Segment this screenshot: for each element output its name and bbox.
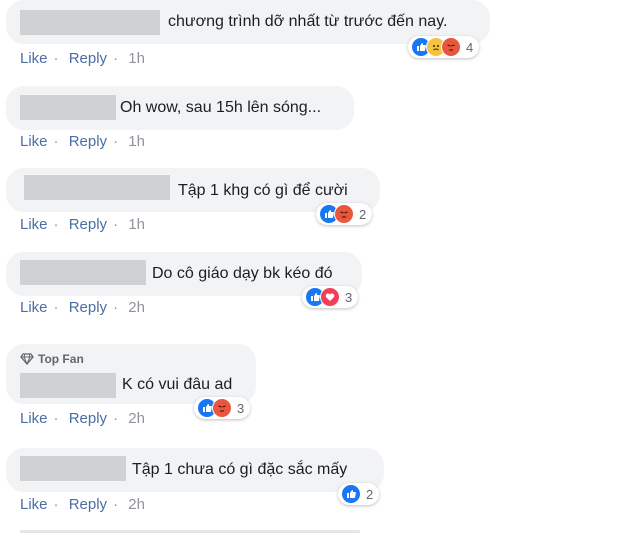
separator: · <box>113 50 119 67</box>
comment-text: Tập 1 khg có gì để cười <box>178 182 348 199</box>
comment-actions: Like · Reply · 2h <box>20 410 151 427</box>
like-link[interactable]: Like <box>20 50 48 67</box>
separator: · <box>53 299 59 316</box>
timestamp[interactable]: 1h <box>128 133 145 150</box>
reaction-count: 3 <box>345 289 353 305</box>
diamond-icon <box>20 353 34 365</box>
angry-icon <box>212 398 232 418</box>
top-fan-badge: Top Fan <box>20 352 84 366</box>
commenter-name-redacted[interactable] <box>20 456 126 481</box>
comment-actions: Like · Reply · 2h <box>20 299 151 316</box>
separator: · <box>53 410 59 427</box>
separator: · <box>113 133 119 150</box>
reaction-summary[interactable]: 2 <box>316 203 373 225</box>
reply-link[interactable]: Reply <box>69 133 107 150</box>
separator: · <box>113 299 119 316</box>
top-fan-label: Top Fan <box>38 352 84 366</box>
comment-actions: Like · Reply · 1h <box>20 50 151 67</box>
next-comment-bubble-edge <box>20 530 360 533</box>
love-icon <box>320 287 340 307</box>
comment-actions: Like · Reply · 1h <box>20 133 151 150</box>
timestamp[interactable]: 2h <box>128 410 145 427</box>
separator: · <box>53 216 59 233</box>
commenter-name-redacted[interactable] <box>20 95 116 120</box>
reaction-summary[interactable]: 3 <box>194 397 251 419</box>
separator: · <box>113 496 119 513</box>
reaction-count: 4 <box>466 39 474 55</box>
timestamp[interactable]: 2h <box>128 496 145 513</box>
reaction-count: 2 <box>359 206 367 222</box>
angry-icon <box>334 204 354 224</box>
separator: · <box>113 216 119 233</box>
comment-text: chương trình dỡ nhất từ trước đến nay. <box>168 13 448 30</box>
reply-link[interactable]: Reply <box>69 496 107 513</box>
timestamp[interactable]: 1h <box>128 216 145 233</box>
reply-link[interactable]: Reply <box>69 410 107 427</box>
commenter-name-redacted[interactable] <box>20 10 160 35</box>
like-link[interactable]: Like <box>20 410 48 427</box>
separator: · <box>53 496 59 513</box>
reaction-count: 3 <box>237 400 245 416</box>
comment-text: Tập 1 chưa có gì đặc sắc mấy <box>132 461 348 478</box>
commenter-name-redacted[interactable] <box>20 260 146 285</box>
reply-link[interactable]: Reply <box>69 299 107 316</box>
commenter-name-redacted[interactable] <box>24 175 170 200</box>
comment-actions: Like · Reply · 2h <box>20 496 151 513</box>
like-link[interactable]: Like <box>20 299 48 316</box>
reaction-summary[interactable]: 2 <box>338 483 380 505</box>
comment-text: Oh wow, sau 15h lên sóng... <box>120 99 322 116</box>
like-icon <box>341 484 361 504</box>
comment-text: Do cô giáo dạy bk kéo đó <box>152 265 333 282</box>
comment-actions: Like · Reply · 1h <box>20 216 151 233</box>
separator: · <box>53 133 59 150</box>
reaction-summary[interactable]: 4 <box>408 36 480 58</box>
timestamp[interactable]: 1h <box>128 50 145 67</box>
angry-icon <box>441 37 461 57</box>
separator: · <box>113 410 119 427</box>
comment-text: K có vui đâu ad <box>122 376 233 393</box>
commenter-name-redacted[interactable] <box>20 373 116 398</box>
like-link[interactable]: Like <box>20 496 48 513</box>
separator: · <box>53 50 59 67</box>
reply-link[interactable]: Reply <box>69 50 107 67</box>
like-link[interactable]: Like <box>20 133 48 150</box>
like-link[interactable]: Like <box>20 216 48 233</box>
reaction-count: 2 <box>366 486 374 502</box>
reaction-summary[interactable]: 3 <box>302 286 359 308</box>
timestamp[interactable]: 2h <box>128 299 145 316</box>
reply-link[interactable]: Reply <box>69 216 107 233</box>
